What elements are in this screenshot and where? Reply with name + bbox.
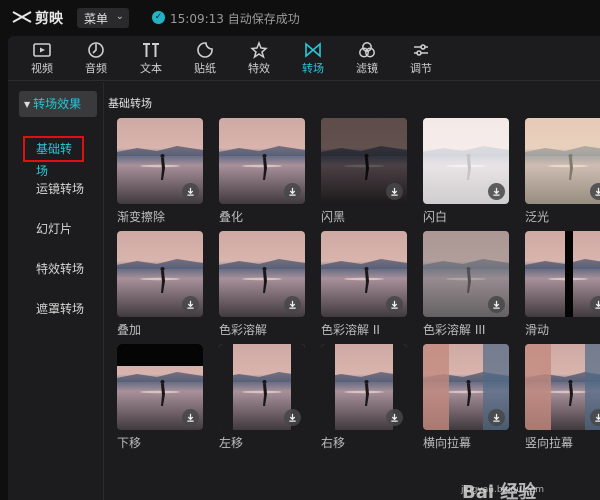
- transition-card[interactable]: [525, 118, 600, 204]
- transition-card[interactable]: [525, 344, 600, 430]
- transition-name: 横向拉幕: [423, 436, 472, 450]
- transition-name: 叠加: [117, 323, 142, 337]
- download-icon[interactable]: [386, 296, 403, 313]
- transition-name: 色彩溶解: [219, 323, 268, 337]
- transition-name: 右移: [321, 436, 346, 450]
- sidebar-item-camera-transition[interactable]: 运镜转场: [21, 176, 99, 202]
- tab-sticker[interactable]: 贴纸: [181, 38, 229, 80]
- transition-card[interactable]: [219, 231, 305, 317]
- download-icon[interactable]: [182, 296, 199, 313]
- tab-audio[interactable]: 音频: [72, 38, 120, 80]
- download-icon[interactable]: [488, 296, 505, 313]
- tab-filter[interactable]: 滤镜: [343, 38, 391, 80]
- sidebar-item-label: 特效转场: [36, 262, 85, 276]
- tab-transition-label: 转场: [302, 62, 324, 75]
- transition-card[interactable]: [219, 118, 305, 204]
- text-icon: [127, 40, 175, 62]
- transition-card[interactable]: [117, 231, 203, 317]
- download-icon[interactable]: [386, 409, 403, 426]
- transition-card[interactable]: [117, 118, 203, 204]
- tab-sticker-label: 贴纸: [194, 62, 216, 75]
- capcut-logo-icon: [12, 11, 32, 23]
- transition-name: 下移: [117, 436, 142, 450]
- transition-icon: [289, 40, 337, 62]
- transition-card[interactable]: [525, 231, 600, 317]
- transition-name: 泛光: [525, 210, 550, 224]
- lake-silhouette-thumbnail: [525, 344, 600, 430]
- tab-transition[interactable]: 转场: [289, 38, 337, 80]
- audio-icon: [72, 40, 120, 62]
- tab-audio-label: 音频: [85, 62, 107, 75]
- transition-name: 闪黑: [321, 210, 346, 224]
- menu-dropdown[interactable]: 菜单 ⌄: [77, 8, 129, 28]
- sidebar-group-label: 转场效果: [33, 97, 82, 111]
- transition-card[interactable]: [321, 231, 407, 317]
- menu-label: 菜单: [84, 11, 109, 26]
- download-icon[interactable]: [386, 183, 403, 200]
- transition-card[interactable]: [423, 118, 509, 204]
- autosave-status: 15:09:13 自动保存成功: [170, 12, 300, 26]
- tab-effects-label: 特效: [248, 62, 270, 75]
- sidebar-item-label: 运镜转场: [36, 182, 85, 196]
- tab-effects[interactable]: 特效: [235, 38, 283, 80]
- transition-card[interactable]: [219, 344, 305, 430]
- title-bar: 剪映 菜单 ⌄ ✓ 15:09:13 自动保存成功: [0, 0, 600, 36]
- download-icon[interactable]: [284, 183, 301, 200]
- download-icon[interactable]: [284, 409, 301, 426]
- transition-name: 渐变擦除: [117, 210, 166, 224]
- download-icon[interactable]: [284, 296, 301, 313]
- download-icon[interactable]: [590, 296, 600, 313]
- lake-silhouette-thumbnail: [525, 231, 600, 317]
- video-icon: [18, 40, 66, 62]
- lake-silhouette-thumbnail: [525, 118, 600, 204]
- sidebar-item-label: 基础转场: [36, 142, 73, 178]
- triangle-down-icon: ▼: [24, 100, 31, 109]
- adjust-icon: [397, 40, 445, 62]
- transition-name: 闪白: [423, 210, 448, 224]
- download-icon[interactable]: [590, 183, 600, 200]
- section-title: 基础转场: [108, 97, 152, 110]
- download-icon[interactable]: [488, 183, 505, 200]
- effects-icon: [235, 40, 283, 62]
- download-icon[interactable]: [182, 409, 199, 426]
- watermark-url: jingyan.baidu.com: [461, 485, 545, 495]
- sidebar-item-mask-transition[interactable]: 遮罩转场: [21, 296, 99, 322]
- download-icon[interactable]: [488, 409, 505, 426]
- transition-card[interactable]: [423, 231, 509, 317]
- transition-name: 叠化: [219, 210, 244, 224]
- transition-name: 左移: [219, 436, 244, 450]
- tab-adjust-label: 调节: [410, 62, 432, 75]
- app-name: 剪映: [35, 11, 63, 27]
- download-icon[interactable]: [182, 183, 199, 200]
- sidebar-item-label: 幻灯片: [36, 222, 73, 236]
- transition-name: 色彩溶解 II: [321, 323, 380, 337]
- transition-card[interactable]: [423, 344, 509, 430]
- transition-card[interactable]: [321, 118, 407, 204]
- category-toolbar: 视频 音频 文本 贴纸 特效 转场 滤镜 调节: [8, 36, 600, 81]
- transition-name: 滑动: [525, 323, 550, 337]
- transition-sidebar: ▼ 转场效果 基础转场 运镜转场 幻灯片 特效转场 遮罩转场: [8, 82, 104, 500]
- filter-icon: [343, 40, 391, 62]
- sidebar-item-basic-transition[interactable]: 基础转场: [23, 136, 84, 178]
- transition-card[interactable]: [117, 344, 203, 430]
- sticker-icon: [181, 40, 229, 62]
- tab-adjust[interactable]: 调节: [397, 38, 445, 80]
- sidebar-item-slideshow[interactable]: 幻灯片: [21, 216, 99, 242]
- transition-card[interactable]: [321, 344, 407, 430]
- tab-filter-label: 滤镜: [356, 62, 378, 75]
- chevron-down-icon: ⌄: [115, 11, 124, 22]
- tab-video-label: 视频: [31, 62, 53, 75]
- download-icon[interactable]: [590, 409, 600, 426]
- tab-text-label: 文本: [140, 62, 162, 75]
- sidebar-item-effect-transition[interactable]: 特效转场: [21, 256, 99, 282]
- sidebar-group-transition-effects[interactable]: ▼ 转场效果: [19, 91, 97, 117]
- transition-name: 色彩溶解 III: [423, 323, 486, 337]
- tab-video[interactable]: 视频: [18, 38, 66, 80]
- transition-name: 竖向拉幕: [525, 436, 574, 450]
- check-icon: ✓: [152, 11, 165, 24]
- sidebar-item-label: 遮罩转场: [36, 302, 85, 316]
- tab-text[interactable]: 文本: [127, 38, 175, 80]
